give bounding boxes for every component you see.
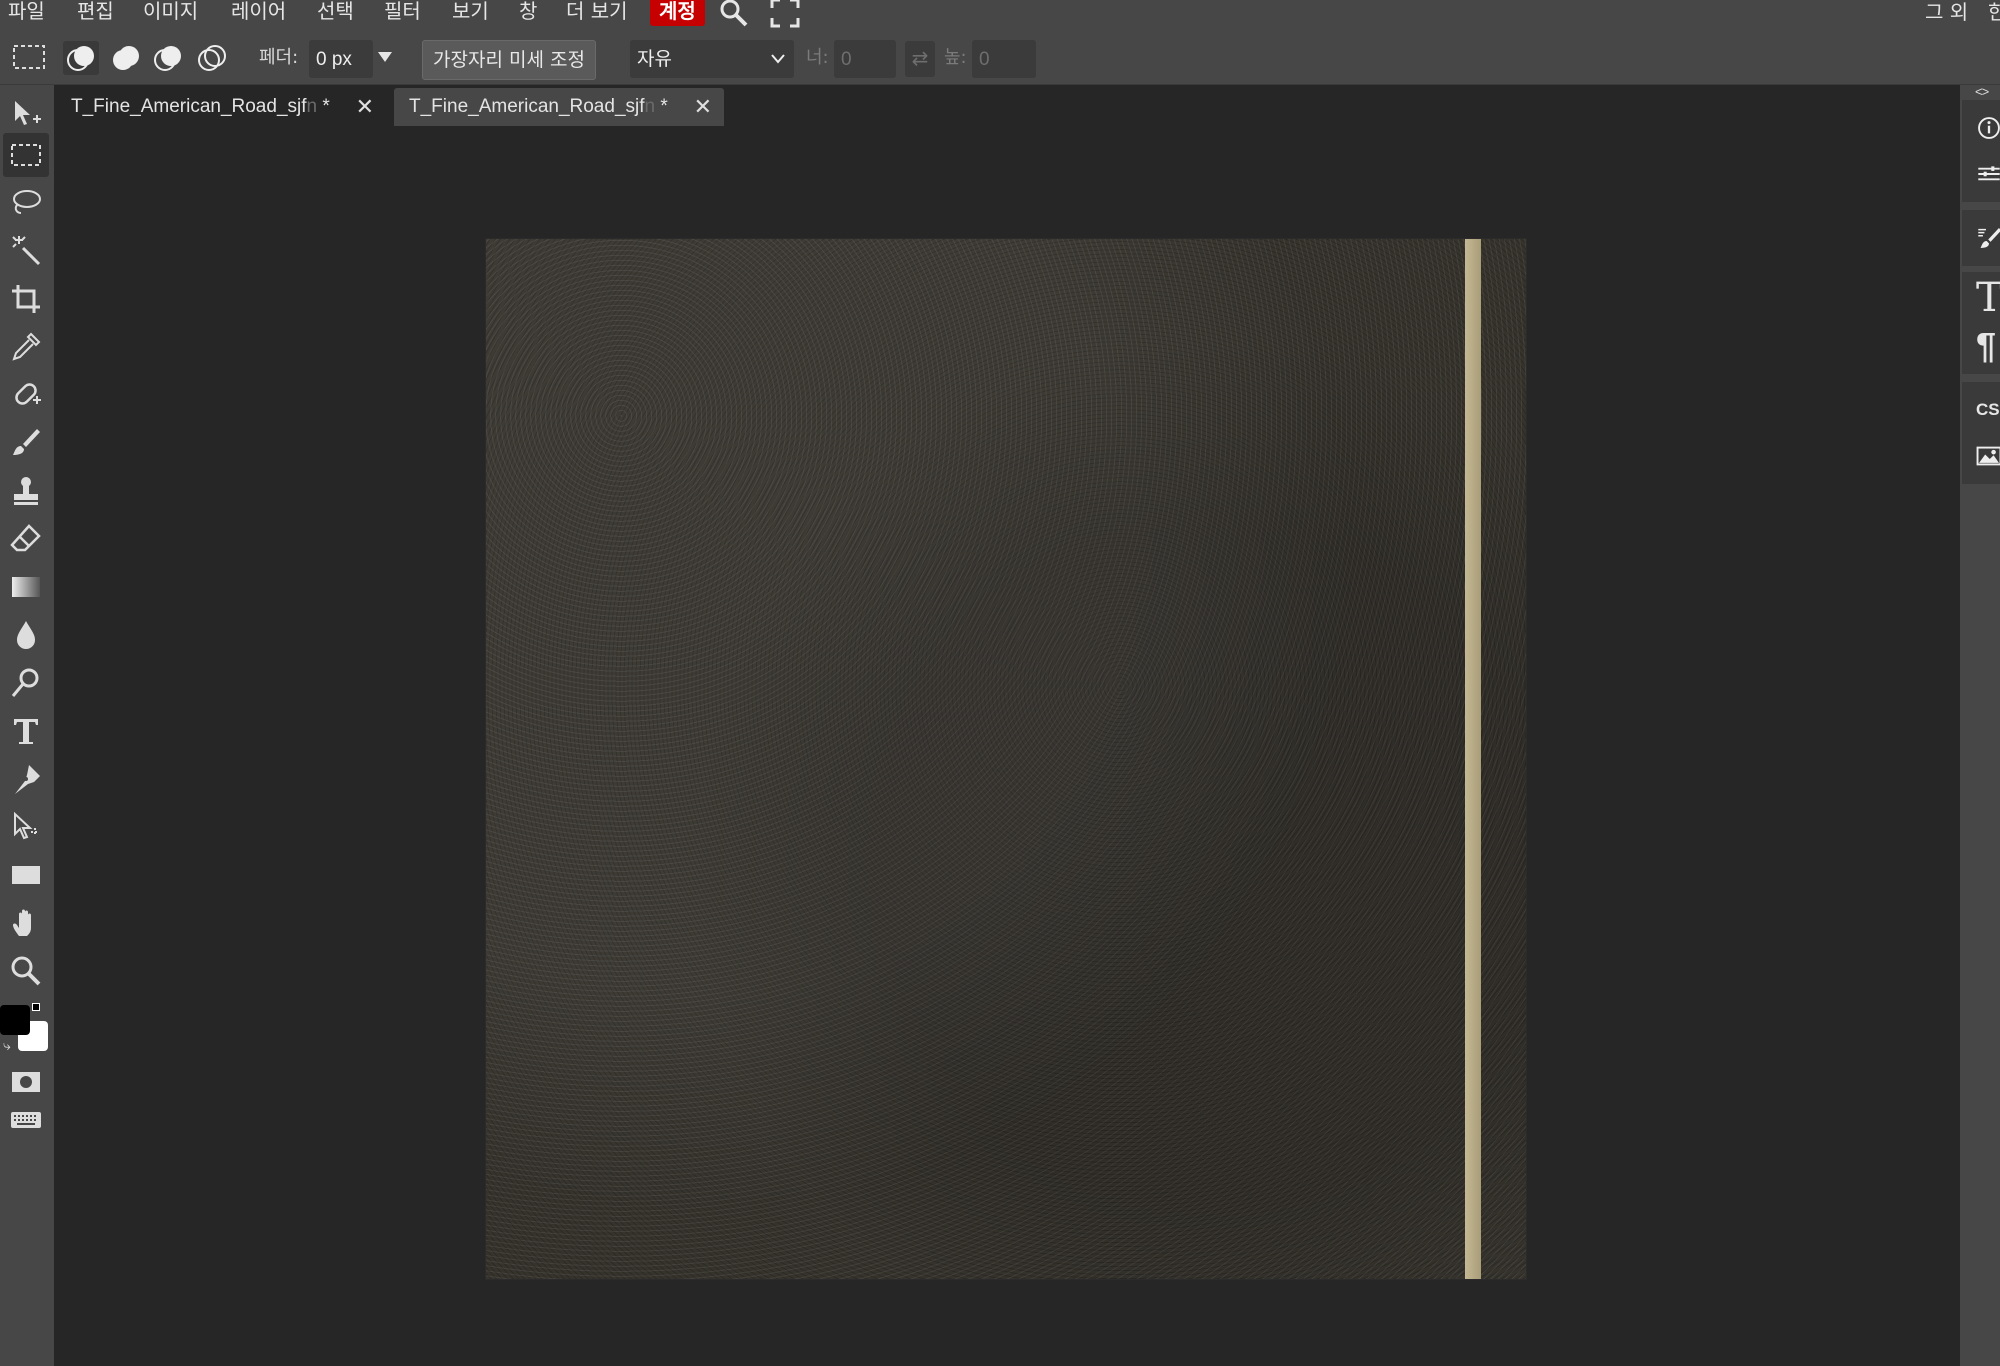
search-icon[interactable] [717,0,751,28]
lasso-icon[interactable] [3,181,49,225]
menu-bar: 파일 편집 이미지 레이어 선택 필터 보기 창 더 보기 계정 그 외 한 [0,0,2000,28]
type-icon[interactable] [3,709,49,753]
eyedropper-icon[interactable] [3,325,49,369]
height-label: 높: [944,47,967,68]
crop-icon[interactable] [3,277,49,321]
hand-icon[interactable] [3,901,49,945]
panel-group-2 [1962,210,2000,266]
road-lane-line [1465,239,1481,1279]
height-input[interactable]: 0 [972,40,1036,78]
tool-panel: ⤷ [0,85,54,1366]
character-panel-icon[interactable]: Tt [1962,275,2000,321]
move-icon[interactable] [3,92,49,136]
adjustments-icon[interactable] [1962,152,2000,196]
tab-title: T_Fine_American_Road_sjf [409,96,645,117]
fullscreen-icon[interactable] [770,0,800,28]
menu-edit[interactable]: 편집 [77,0,114,26]
marquee-icon[interactable] [3,133,49,177]
rectangle-shape-icon[interactable] [3,853,49,897]
tab-title: T_Fine_American_Road_sjf [71,96,307,117]
pen-icon[interactable] [3,757,49,801]
menu-file[interactable]: 파일 [8,0,45,26]
zoom-icon[interactable] [3,949,49,993]
menu-image[interactable]: 이미지 [143,0,198,26]
document-tab-2[interactable]: T_Fine_American_Road_sjfn * ✕ [394,88,724,126]
add-selection-mode-button[interactable] [108,41,144,80]
width-input[interactable]: 0 [834,40,896,78]
panel-group-3: Tt ¶ [1962,272,2000,374]
marquee-options-icon [12,44,46,75]
foreground-color-swatch[interactable] [0,1005,30,1035]
magic-wand-icon[interactable] [3,229,49,273]
path-select-icon[interactable] [3,805,49,849]
tab-modified-marker: * [655,96,668,117]
dodge-icon[interactable] [3,661,49,705]
panel-collapse-toggle[interactable]: <> [1975,84,1989,99]
css-panel-icon[interactable]: CSS [1962,390,2000,430]
healing-brush-icon[interactable] [3,373,49,417]
menu-more[interactable]: 더 보기 [566,0,628,26]
blur-icon[interactable] [3,613,49,657]
close-icon[interactable]: ✕ [694,88,712,126]
stamp-icon[interactable] [3,469,49,513]
close-icon[interactable]: ✕ [356,88,374,126]
brush-settings-icon[interactable] [1962,216,2000,260]
document-tab-1[interactable]: T_Fine_American_Road_sjfn * ✕ [56,88,386,126]
menu-layer[interactable]: 레이어 [231,0,286,26]
eraser-icon[interactable] [3,517,49,561]
swap-dimensions-icon[interactable]: ⇄ [905,41,935,77]
menu-select[interactable]: 선택 [317,0,354,26]
paragraph-icon[interactable]: ¶ [1962,324,2000,368]
tab-title-fade: n [306,96,318,117]
panel-group-4: CSS [1962,382,2000,484]
refine-edge-button[interactable]: 가장자리 미세 조정 [422,40,596,80]
intersect-selection-mode-button[interactable] [194,41,230,80]
gradient-icon[interactable] [3,565,49,609]
panel-group-1 [1962,100,2000,202]
default-colors-icon[interactable] [32,1003,40,1011]
chevron-down-icon [771,54,785,64]
tab-modified-marker: * [317,96,330,117]
options-bar: 페더: 0 px 가장자리 미세 조정 자유 너: 0 ⇄ 높: 0 [0,28,2000,85]
menu-filter[interactable]: 필터 [384,0,421,26]
feather-input[interactable]: 0 px [309,40,373,78]
width-label: 너: [806,47,829,68]
feather-label: 페더: [259,47,299,68]
menu-window[interactable]: 창 [519,0,537,26]
document-canvas[interactable] [486,239,1526,1279]
subtract-selection-mode-button[interactable] [150,41,186,80]
style-select-value: 자유 [637,49,672,70]
asphalt-texture [486,239,1526,1279]
info-icon[interactable] [1962,106,2000,150]
new-selection-mode-button[interactable] [63,41,99,75]
menu-other[interactable]: 그 외 [1925,0,1968,25]
menu-view[interactable]: 보기 [452,0,489,26]
image-panel-icon[interactable] [1962,434,2000,478]
feather-dropdown-icon[interactable] [376,50,394,69]
menu-language[interactable]: 한 [1988,0,2000,25]
tab-title-fade: n [644,96,656,117]
keyboard-icon[interactable] [3,1098,49,1142]
menu-account[interactable]: 계정 [650,0,705,26]
style-select[interactable]: 자유 [630,40,794,78]
brush-icon[interactable] [3,421,49,465]
swap-colors-icon[interactable]: ⤷ [3,1037,11,1054]
